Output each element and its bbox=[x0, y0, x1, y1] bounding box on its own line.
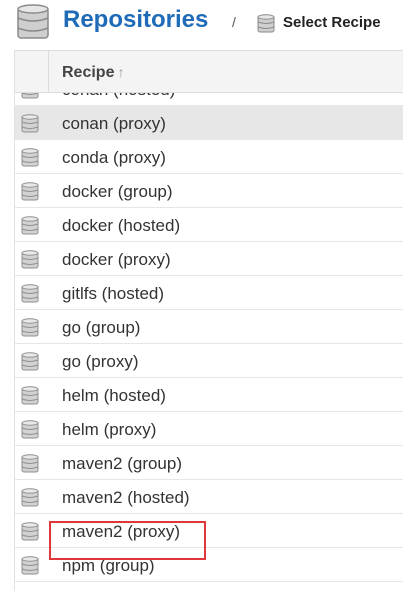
icon-column-header bbox=[15, 51, 49, 92]
database-icon bbox=[21, 386, 39, 411]
table-row[interactable]: go (group) bbox=[15, 310, 403, 344]
recipe-column-label: Recipe bbox=[62, 64, 115, 81]
database-icon bbox=[21, 216, 39, 241]
table-row[interactable]: docker (proxy) bbox=[15, 242, 403, 276]
recipe-column-header[interactable]: Recipe ↑ bbox=[62, 64, 124, 82]
recipe-label: gitlfs (hosted) bbox=[62, 284, 165, 303]
database-icon bbox=[21, 352, 39, 377]
database-icon bbox=[21, 148, 39, 173]
recipe-label: conda (proxy) bbox=[62, 148, 166, 167]
database-icon bbox=[21, 454, 39, 479]
recipe-label: docker (hosted) bbox=[62, 216, 181, 235]
table-row[interactable]: maven2 (hosted) bbox=[15, 480, 403, 514]
database-icon bbox=[257, 14, 275, 39]
table-body: conan (hosted)conan (proxy)conda (proxy)… bbox=[15, 72, 403, 582]
recipe-label: docker (group) bbox=[62, 182, 173, 201]
table-row[interactable]: docker (group) bbox=[15, 174, 403, 208]
database-icon bbox=[21, 420, 39, 445]
recipe-label: go (proxy) bbox=[62, 352, 139, 371]
breadcrumb: Select Recipe bbox=[283, 14, 381, 31]
database-icon bbox=[21, 488, 39, 513]
recipe-label: helm (hosted) bbox=[62, 386, 166, 405]
database-icon bbox=[21, 250, 39, 275]
database-icon bbox=[21, 522, 39, 547]
highlight-box bbox=[49, 521, 206, 560]
table-header: Recipe ↑ bbox=[15, 50, 403, 93]
table-row[interactable]: gitlfs (hosted) bbox=[15, 276, 403, 310]
recipe-label: maven2 (group) bbox=[62, 454, 183, 473]
page-title[interactable]: Repositories bbox=[63, 6, 208, 34]
recipe-label: docker (proxy) bbox=[62, 250, 171, 269]
sort-ascending-icon: ↑ bbox=[117, 64, 125, 80]
table-row[interactable]: helm (hosted) bbox=[15, 378, 403, 412]
recipe-label: maven2 (hosted) bbox=[62, 488, 190, 507]
recipe-label: conan (proxy) bbox=[62, 114, 166, 133]
table-row[interactable]: docker (hosted) bbox=[15, 208, 403, 242]
table-row[interactable]: conda (proxy) bbox=[15, 140, 403, 174]
page-header: Repositories / Select Recipe bbox=[0, 0, 403, 50]
table-row[interactable]: conan (proxy) bbox=[15, 106, 403, 140]
table-row[interactable]: helm (proxy) bbox=[15, 412, 403, 446]
recipe-label: go (group) bbox=[62, 318, 141, 337]
database-icon bbox=[21, 114, 39, 139]
recipe-label: helm (proxy) bbox=[62, 420, 157, 439]
breadcrumb-separator: / bbox=[232, 14, 236, 30]
table-row[interactable]: go (proxy) bbox=[15, 344, 403, 378]
recipe-table: Recipe↑ conan (hosted)conan (proxy)conda… bbox=[14, 50, 403, 591]
database-icon bbox=[21, 318, 39, 343]
database-icon bbox=[21, 284, 39, 309]
database-icon bbox=[21, 182, 39, 207]
database-icon bbox=[16, 4, 50, 47]
table-row[interactable]: maven2 (group) bbox=[15, 446, 403, 480]
database-icon bbox=[21, 556, 39, 581]
